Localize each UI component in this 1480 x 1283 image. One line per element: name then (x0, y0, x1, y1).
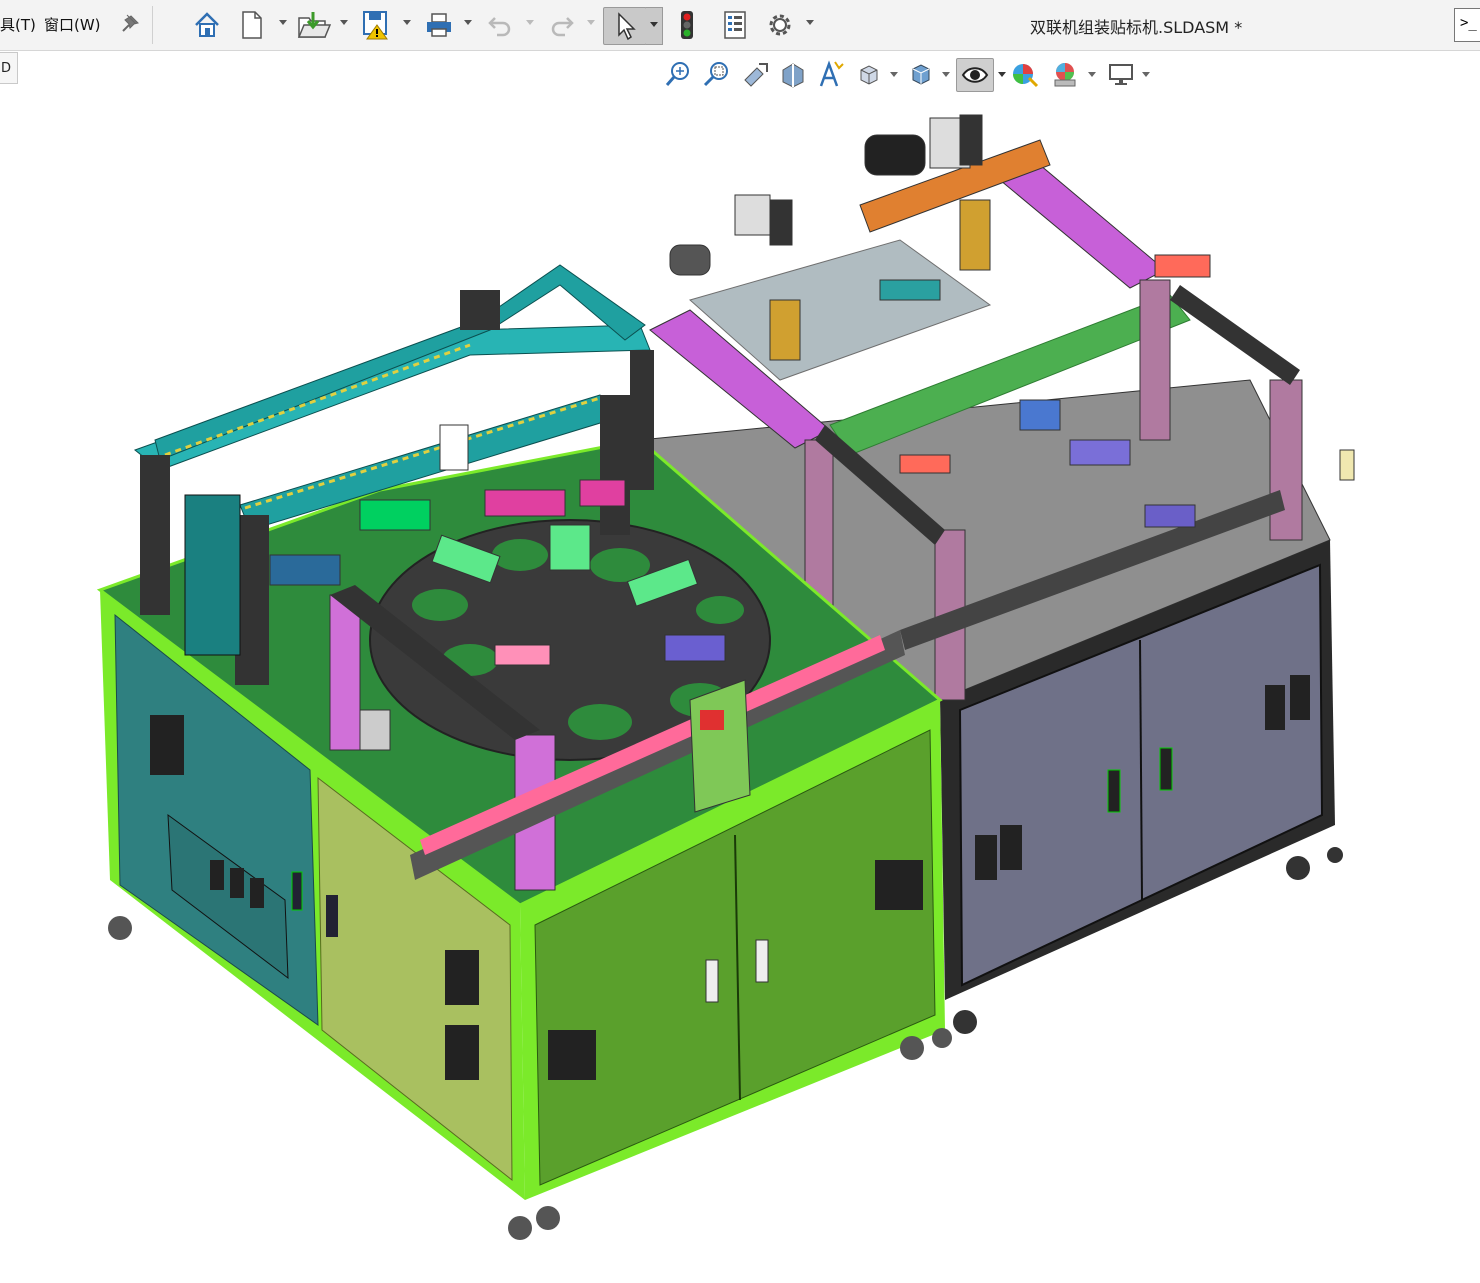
print-icon (427, 13, 451, 37)
rebuild-button[interactable] (672, 7, 702, 43)
apply-scene-chevron-icon[interactable] (1088, 72, 1096, 77)
command-prompt-button[interactable]: >_ (1454, 8, 1480, 42)
section-view-button[interactable] (778, 58, 808, 90)
assembly-model[interactable] (0, 92, 1480, 1279)
menu-tools[interactable]: 具(T) (0, 14, 36, 35)
home-icon (195, 12, 219, 37)
dynamic-annotation-button[interactable] (816, 58, 846, 90)
undo-dropdown-chevron-icon[interactable] (526, 20, 534, 25)
menu-window[interactable]: 窗口(W) (44, 14, 101, 35)
view-settings-button[interactable] (1106, 58, 1136, 90)
edit-appearance-button[interactable] (1010, 58, 1040, 90)
heads-up-view-toolbar (660, 56, 1160, 92)
pin-icon[interactable] (120, 12, 142, 34)
view-settings-chevron-icon[interactable] (1142, 72, 1150, 77)
file-properties-button[interactable] (718, 7, 752, 43)
hide-show-items-icon (961, 67, 989, 83)
hide-show-items-button[interactable] (956, 58, 994, 92)
top-toolbar: 具(T) 窗口(W) 双联机组装贴标机.SLDASM * >_ (0, 0, 1480, 51)
previous-view-icon (744, 63, 768, 87)
open-button[interactable] (296, 7, 332, 43)
zoom-to-area-icon (703, 62, 728, 87)
view-settings-icon (1109, 64, 1133, 85)
print-dropdown-chevron-icon[interactable] (464, 20, 472, 25)
file-properties-icon (724, 11, 746, 39)
open-dropdown-chevron-icon[interactable] (340, 20, 348, 25)
new-button[interactable] (238, 7, 266, 43)
home-button[interactable] (190, 7, 224, 43)
zoom-to-area-button[interactable] (702, 58, 732, 90)
view-orientation-button[interactable] (854, 58, 884, 90)
toolbar-separator (152, 6, 153, 44)
redo-icon (551, 17, 574, 37)
save-dropdown-chevron-icon[interactable] (403, 20, 411, 25)
new-document-icon (242, 11, 262, 39)
undo-icon (488, 17, 511, 37)
edit-appearance-icon (1013, 64, 1039, 88)
view-orientation-chevron-icon[interactable] (890, 72, 898, 77)
select-button[interactable] (603, 7, 647, 45)
select-icon (618, 12, 636, 41)
apply-scene-icon (1054, 63, 1076, 87)
options-icon (769, 14, 791, 36)
save-button[interactable] (360, 7, 394, 43)
print-button[interactable] (422, 7, 456, 43)
open-icon (297, 12, 331, 38)
display-style-chevron-icon[interactable] (942, 72, 950, 77)
terminal-icon: >_ (1460, 15, 1477, 31)
document-title: 双联机组装贴标机.SLDASM * (1030, 18, 1243, 37)
select-dropdown-chevron-icon (650, 22, 658, 27)
dynamic-annotation-icon (819, 60, 844, 87)
graphics-area[interactable] (0, 92, 1480, 1279)
side-panel-tab[interactable]: D (0, 52, 18, 84)
options-button[interactable] (762, 7, 798, 43)
redo-dropdown-chevron-icon[interactable] (587, 20, 595, 25)
save-icon (363, 11, 388, 40)
rebuild-icon (681, 11, 693, 39)
redo-button[interactable] (546, 7, 578, 43)
display-style-icon (912, 64, 930, 85)
zoom-to-fit-button[interactable] (664, 58, 694, 90)
view-orientation-icon (860, 65, 878, 85)
apply-scene-button[interactable] (1050, 58, 1080, 90)
previous-view-button[interactable] (740, 58, 770, 90)
new-dropdown-chevron-icon[interactable] (279, 20, 287, 25)
zoom-to-fit-icon (665, 62, 689, 86)
display-style-button[interactable] (906, 58, 936, 90)
options-dropdown-chevron-icon[interactable] (806, 20, 814, 25)
select-dropdown[interactable] (646, 7, 663, 45)
undo-button[interactable] (484, 7, 516, 43)
section-view-icon (782, 63, 804, 88)
hide-show-chevron-icon[interactable] (998, 72, 1006, 77)
